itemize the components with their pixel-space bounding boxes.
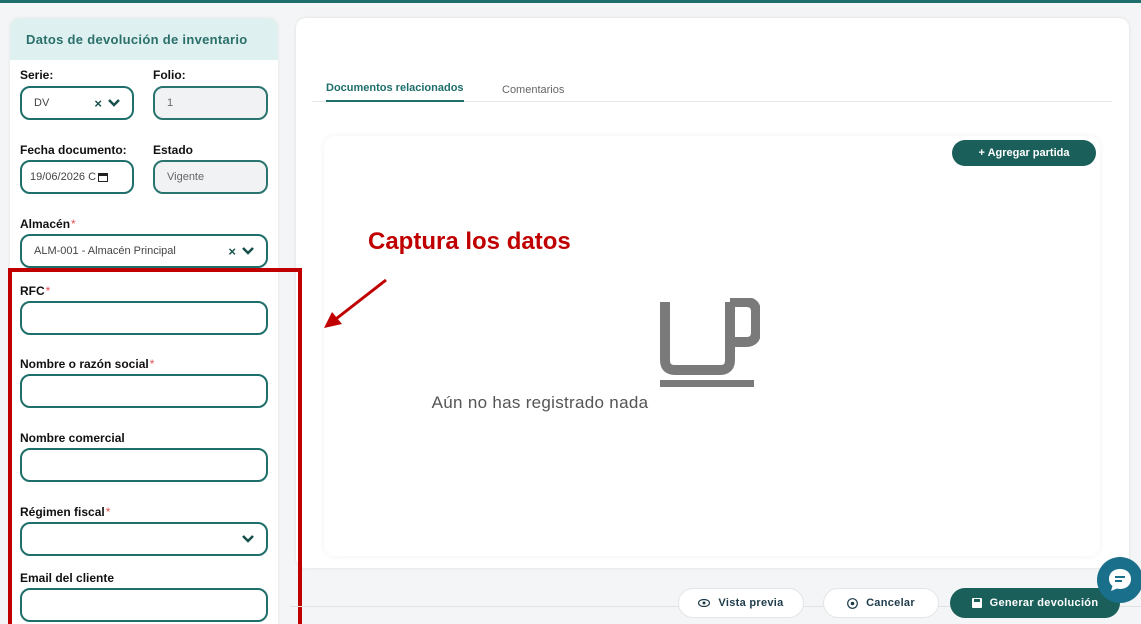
estado-field: Vigente bbox=[153, 160, 268, 194]
tab-bar: Documentos relacionados Comentarios bbox=[312, 78, 1112, 102]
estado-label: Estado bbox=[153, 143, 194, 157]
calendar-icon[interactable] bbox=[98, 172, 109, 182]
add-item-button[interactable]: + Agregar partida bbox=[952, 140, 1096, 166]
eye-icon bbox=[698, 599, 711, 607]
folio-field: 1 bbox=[153, 86, 268, 120]
preview-button[interactable]: Vista previa bbox=[678, 588, 804, 618]
tab-comentarios[interactable]: Comentarios bbox=[502, 84, 564, 96]
serie-select[interactable]: DV × bbox=[20, 86, 134, 120]
save-icon bbox=[971, 598, 982, 608]
almacen-label: Almacén* bbox=[20, 217, 76, 231]
arrow-icon bbox=[324, 278, 387, 328]
generate-return-button[interactable]: Generar devolución bbox=[950, 588, 1120, 618]
almacen-value: ALM-001 - Almacén Principal bbox=[34, 245, 176, 257]
chevron-down-icon[interactable] bbox=[242, 247, 254, 255]
chat-button[interactable] bbox=[1097, 557, 1141, 603]
chevron-down-icon[interactable] bbox=[108, 99, 120, 107]
clear-icon[interactable]: × bbox=[228, 244, 236, 259]
fecha-date-input[interactable]: 19/06/2026 C bbox=[20, 160, 134, 194]
generate-label: Generar devolución bbox=[989, 597, 1099, 609]
top-accent-line bbox=[0, 0, 1141, 3]
cancel-button[interactable]: Cancelar bbox=[823, 588, 939, 618]
annotation-text: Captura los datos bbox=[368, 228, 571, 255]
folio-label: Folio: bbox=[153, 68, 186, 82]
annotation-highlight-box bbox=[8, 268, 302, 624]
tab-documentos[interactable]: Documentos relacionados bbox=[326, 82, 464, 102]
folio-value: 1 bbox=[167, 97, 174, 109]
preview-label: Vista previa bbox=[718, 597, 784, 609]
clear-icon[interactable]: × bbox=[94, 96, 102, 111]
fecha-label: Fecha documento: bbox=[20, 143, 127, 157]
empty-state-text: Aún no has registrado nada bbox=[431, 393, 649, 412]
panel-title: Datos de devolución de inventario bbox=[10, 18, 278, 60]
serie-label: Serie: bbox=[20, 68, 54, 82]
mug-icon bbox=[660, 298, 760, 387]
almacen-select[interactable]: ALM-001 - Almacén Principal × bbox=[20, 234, 268, 268]
fecha-value: 19/06/2026 C bbox=[30, 171, 97, 183]
cancel-circle-icon bbox=[847, 597, 858, 609]
related-documents-panel: Documentos relacionados Comentarios + Ag… bbox=[296, 18, 1129, 568]
chat-icon bbox=[1109, 569, 1131, 591]
serie-value: DV bbox=[34, 97, 50, 109]
cancel-label: Cancelar bbox=[866, 597, 915, 609]
estado-value: Vigente bbox=[167, 171, 205, 183]
